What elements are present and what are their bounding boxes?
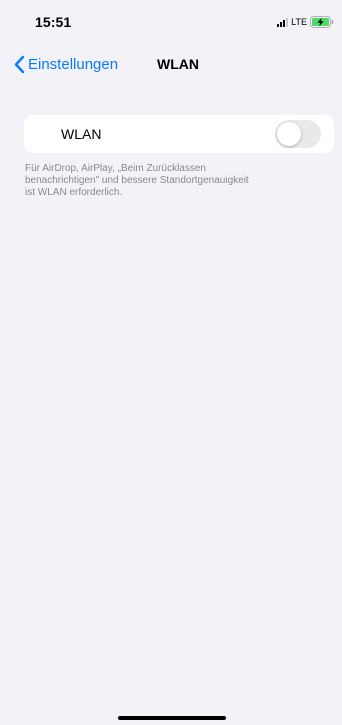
navigation-bar: Einstellungen WLAN <box>6 52 336 78</box>
wifi-settings-group: WLAN <box>24 115 334 153</box>
status-bar: 15:51 LTE <box>6 0 336 40</box>
wifi-label: WLAN <box>61 126 102 142</box>
chevron-left-icon <box>14 55 25 74</box>
page-title: WLAN <box>157 56 199 72</box>
battery-charging-icon <box>310 16 334 28</box>
signal-bars-icon <box>277 17 289 27</box>
toggle-knob <box>277 122 301 146</box>
wifi-toggle[interactable] <box>275 120 321 148</box>
status-time: 15:51 <box>35 14 72 30</box>
wifi-settings-screen: 15:51 LTE Einstellungen WLAN WLAN Für Ai… <box>6 0 336 725</box>
status-indicators: LTE <box>277 16 334 28</box>
back-button[interactable]: Einstellungen <box>14 52 118 76</box>
wifi-row: WLAN <box>24 115 334 153</box>
back-label: Einstellungen <box>28 55 119 73</box>
home-indicator[interactable] <box>118 716 226 720</box>
wifi-footer-note: Für AirDrop, AirPlay, „Beim Zurücklassen… <box>25 163 249 198</box>
network-type: LTE <box>291 17 307 27</box>
